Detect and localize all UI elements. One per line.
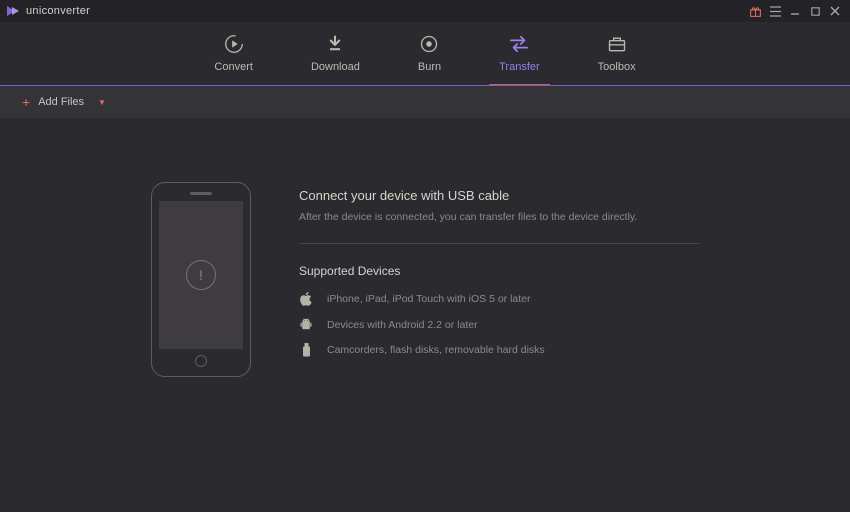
supported-apple-text: iPhone, iPad, iPod Touch with iOS 5 or l… [327, 293, 531, 305]
convert-icon [223, 33, 245, 55]
chevron-down-icon: ▼ [98, 98, 106, 107]
sub-toolbar: + Add Files ▼ [0, 86, 850, 118]
exclamation-icon: ! [186, 260, 216, 290]
apple-icon [299, 292, 313, 306]
app-title: uniconverter [26, 5, 90, 17]
gift-icon[interactable] [746, 2, 764, 20]
tab-download[interactable]: Download [311, 33, 360, 75]
tab-transfer[interactable]: Transfer [499, 33, 540, 75]
supported-storage-row: Camcorders, flash disks, removable hard … [299, 343, 699, 357]
tab-convert[interactable]: Convert [214, 33, 253, 75]
storage-icon [299, 343, 313, 357]
supported-storage-text: Camcorders, flash disks, removable hard … [327, 344, 545, 356]
supported-apple-row: iPhone, iPad, iPod Touch with iOS 5 or l… [299, 292, 699, 306]
main-tabs: Convert Download Burn Transfer Toolbox [0, 22, 850, 86]
download-icon [324, 33, 346, 55]
supported-android-row: Devices with Android 2.2 or later [299, 318, 699, 331]
connect-subtext: After the device is connected, you can t… [299, 211, 699, 223]
toolbox-icon [606, 33, 628, 55]
supported-heading: Supported Devices [299, 264, 699, 278]
supported-android-text: Devices with Android 2.2 or later [327, 319, 478, 331]
tab-burn[interactable]: Burn [418, 33, 441, 75]
phone-screen: ! [159, 201, 243, 349]
titlebar: uniconverter [0, 0, 850, 22]
minimize-button[interactable] [786, 2, 804, 20]
info-panel: Connect your device with USB cable After… [299, 182, 699, 369]
divider [299, 243, 699, 244]
phone-illustration: ! [151, 182, 251, 377]
transfer-icon [508, 33, 530, 55]
close-button[interactable] [826, 2, 844, 20]
burn-icon [418, 33, 440, 55]
plus-icon: + [22, 94, 30, 110]
phone-speaker-icon [190, 192, 212, 195]
menu-icon[interactable] [766, 2, 784, 20]
android-icon [299, 318, 313, 331]
add-files-button[interactable]: + Add Files ▼ [22, 94, 106, 110]
connect-heading: Connect your device with USB cable [299, 188, 699, 203]
add-files-label: Add Files [38, 96, 84, 108]
main-content: ! Connect your device with USB cable Aft… [0, 118, 850, 377]
phone-home-button-icon [195, 355, 207, 367]
app-logo-icon [6, 5, 20, 17]
tab-toolbox[interactable]: Toolbox [598, 33, 636, 75]
maximize-button[interactable] [806, 2, 824, 20]
